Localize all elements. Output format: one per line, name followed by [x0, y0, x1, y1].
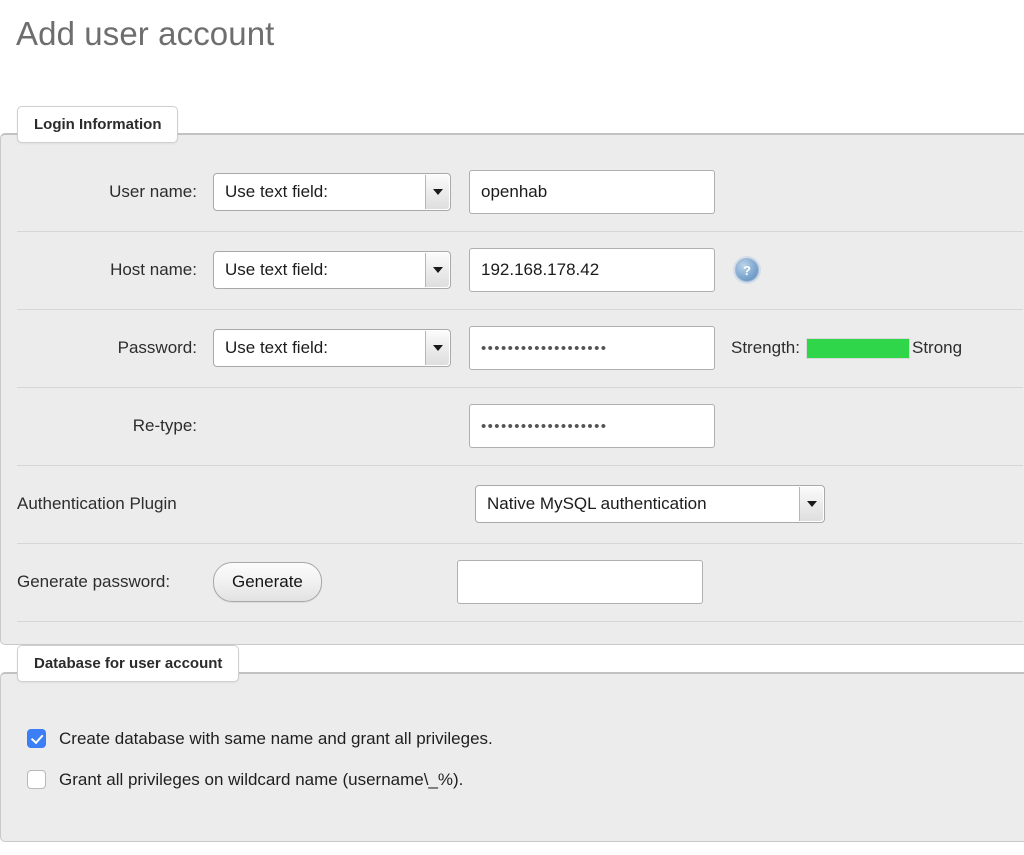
password-label: Password: — [117, 338, 197, 357]
retype-label: Re-type: — [132, 416, 197, 435]
caret-down-icon — [432, 267, 443, 273]
login-information-fieldset: Login Information User name: Use text fi… — [0, 106, 1024, 645]
chevron-down-icon[interactable] — [425, 175, 449, 209]
page-title: Add user account — [16, 15, 275, 52]
password-strength-bar — [806, 337, 910, 359]
create-database-checkbox-label: Create database with same name and grant… — [59, 728, 493, 748]
fieldset-bottom-padding — [17, 621, 1023, 642]
chevron-down-icon[interactable] — [799, 487, 823, 521]
caret-down-icon — [432, 345, 443, 351]
host-name-label: Host name: — [110, 260, 197, 279]
host-name-mode-select[interactable]: Use text field: — [213, 251, 451, 289]
login-information-legend: Login Information — [17, 106, 179, 143]
user-name-label: User name: — [109, 182, 197, 201]
chevron-down-icon[interactable] — [425, 253, 449, 287]
row-host-name: Host name: Use text field: 192.168.178.4… — [1, 231, 1024, 309]
wildcard-privileges-checkbox[interactable] — [27, 770, 46, 789]
generate-button[interactable]: Generate — [213, 562, 322, 602]
add-user-account-page: Add user account Login Information User … — [0, 0, 1024, 855]
authentication-plugin-select-value: Native MySQL authentication — [487, 494, 707, 513]
generate-password-label: Generate password: — [17, 572, 171, 591]
row-user-name: User name: Use text field: openhab — [1, 153, 1024, 231]
row-generate-password: Generate password: Generate — [1, 543, 1024, 621]
password-input[interactable]: ••••••••••••••••••• — [469, 326, 715, 370]
chevron-down-icon[interactable] — [425, 331, 449, 365]
password-strength-label: Strength: — [731, 338, 800, 357]
password-strength-value: Strong — [912, 338, 963, 357]
authentication-plugin-label: Authentication Plugin — [17, 494, 177, 513]
database-for-user-account-legend: Database for user account — [17, 645, 240, 682]
host-name-input[interactable]: 192.168.178.42 — [469, 248, 715, 292]
retype-password-input[interactable]: ••••••••••••••••••• — [469, 404, 715, 448]
checkbox-row-create-database[interactable]: Create database with same name and grant… — [1, 718, 1024, 759]
caret-down-icon — [806, 501, 817, 507]
checkbox-row-wildcard-privileges[interactable]: Grant all privileges on wildcard name (u… — [1, 759, 1024, 800]
fieldset-bottom-padding — [1, 800, 1024, 820]
wildcard-privileges-checkbox-label: Grant all privileges on wildcard name (u… — [59, 769, 464, 789]
user-name-input[interactable]: openhab — [469, 170, 715, 214]
generated-password-input[interactable] — [456, 560, 703, 604]
create-database-checkbox[interactable] — [27, 729, 46, 748]
password-mode-select-value: Use text field: — [225, 338, 328, 357]
password-strength-meter: Strength: Strong — [731, 337, 963, 359]
password-mode-select[interactable]: Use text field: — [213, 329, 451, 367]
user-name-mode-select[interactable]: Use text field: — [213, 173, 451, 211]
row-retype-password: Re-type: ••••••••••••••••••• — [1, 387, 1024, 465]
row-authentication-plugin: Authentication Plugin Native MySQL authe… — [1, 465, 1024, 543]
help-question-icon[interactable]: ? — [735, 258, 759, 282]
authentication-plugin-select[interactable]: Native MySQL authentication — [475, 485, 825, 523]
caret-down-icon — [432, 189, 443, 195]
user-name-mode-select-value: Use text field: — [225, 182, 328, 201]
database-for-user-account-fieldset: Database for user account Create databas… — [0, 645, 1024, 842]
host-name-mode-select-value: Use text field: — [225, 260, 328, 279]
row-password: Password: Use text field: ••••••••••••••… — [1, 309, 1024, 387]
